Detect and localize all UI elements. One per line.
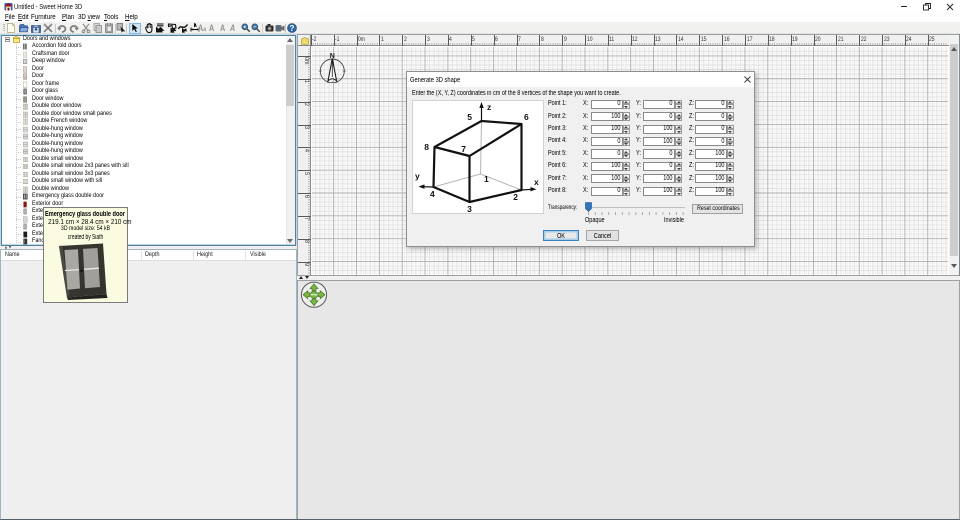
svg-text:5: 5 <box>467 112 472 122</box>
svg-text:7: 7 <box>461 144 466 154</box>
svg-text:6: 6 <box>524 112 529 122</box>
svg-text:?: ? <box>290 24 295 33</box>
svg-text:3: 3 <box>467 204 472 214</box>
svg-text:8: 8 <box>424 142 429 152</box>
svg-text:x: x <box>534 177 539 187</box>
svg-text:1: 1 <box>484 174 489 184</box>
svg-text:2: 2 <box>513 192 518 202</box>
svg-text:z: z <box>487 102 491 112</box>
svg-text:4: 4 <box>430 189 435 199</box>
svg-text:y: y <box>415 171 420 181</box>
